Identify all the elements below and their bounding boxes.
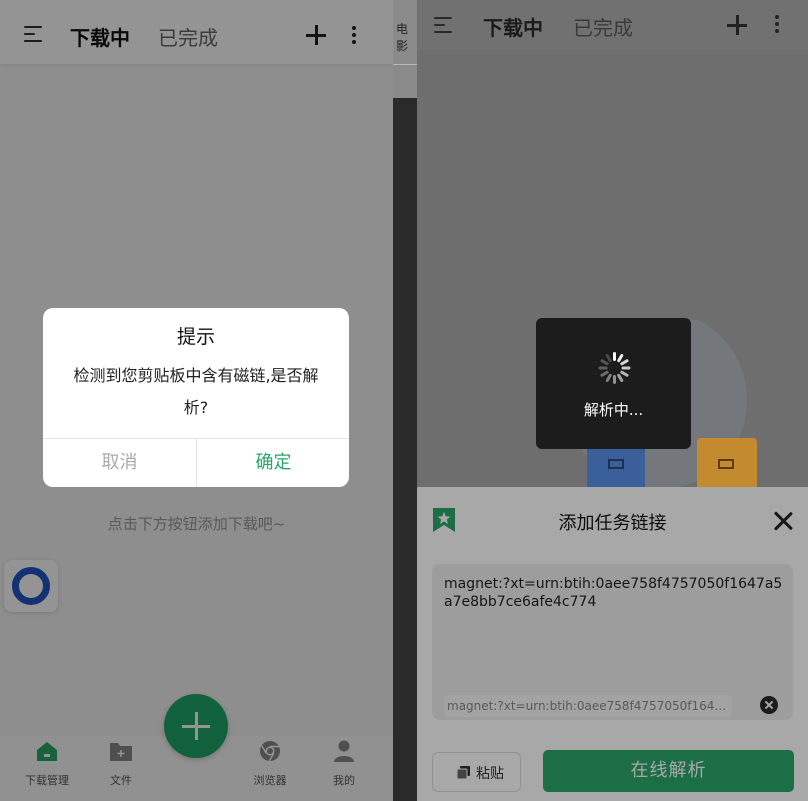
- loading-spinner-icon: [598, 352, 630, 384]
- tab-downloading[interactable]: 下载中: [483, 12, 543, 41]
- left-screen: 下载中 已完成 点击下方按钮添加下载吧~ 下载管理 文件 浏览器 我的 提示 检…: [0, 0, 393, 801]
- parsing-toast: 解析中...: [536, 318, 691, 449]
- toast-label: 解析中...: [583, 401, 644, 419]
- background-app-strip: 电影: [393, 0, 417, 801]
- cancel-button[interactable]: 取消: [43, 438, 196, 487]
- dialog-message: 检测到您剪贴板中含有磁链,是否解析?: [73, 366, 319, 417]
- sheet-scrim: [417, 487, 808, 801]
- tab-completed[interactable]: 已完成: [573, 12, 633, 41]
- plus-icon[interactable]: [727, 15, 747, 35]
- more-vertical-icon[interactable]: [774, 15, 780, 33]
- side-tab-text: 电影: [396, 22, 409, 53]
- dialog-title: 提示: [176, 326, 215, 348]
- clipboard-magnet-dialog: 提示 检测到您剪贴板中含有磁链,是否解析? 取消 确定: [43, 308, 349, 487]
- confirm-button[interactable]: 确定: [197, 438, 349, 487]
- screenshot-root: 下载中 已完成 点击下方按钮添加下载吧~ 下载管理 文件 浏览器 我的 提示 检…: [0, 0, 808, 801]
- top-app-bar: 下载中 已完成: [417, 0, 808, 50]
- menu-icon[interactable]: [434, 17, 452, 33]
